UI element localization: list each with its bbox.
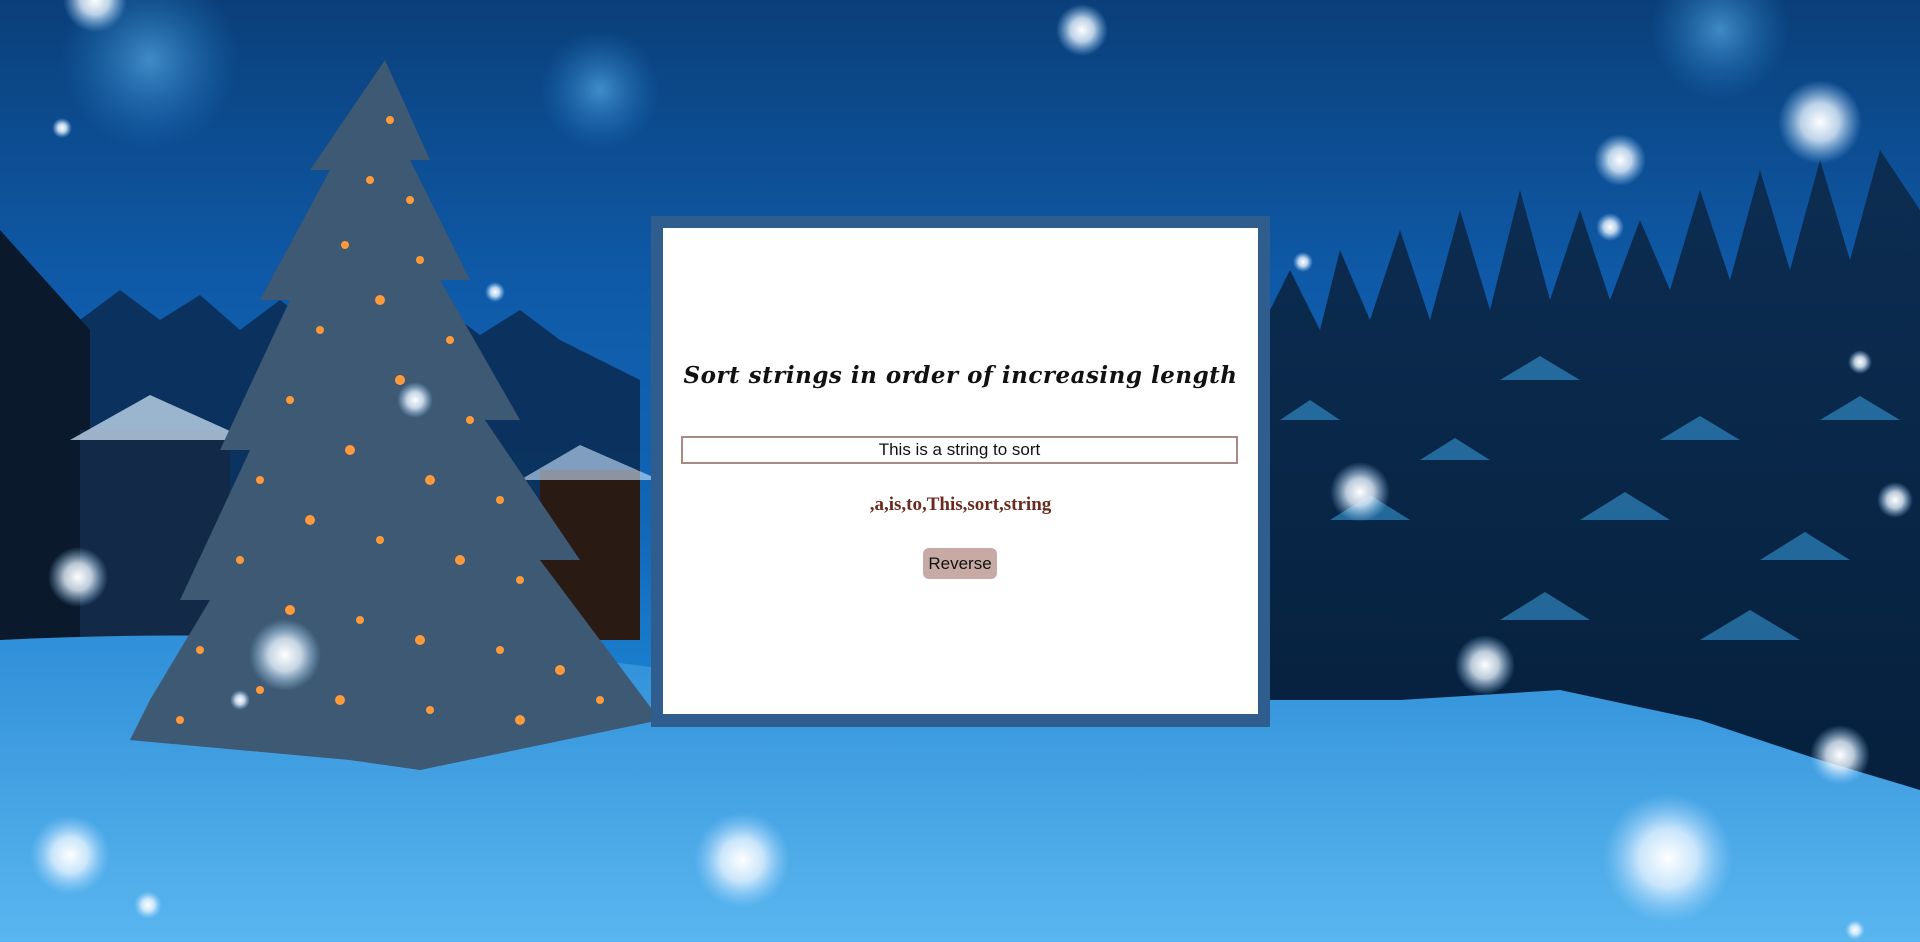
reverse-button[interactable]: Reverse xyxy=(923,548,997,579)
page-title: Sort strings in order of increasing leng… xyxy=(683,362,1238,389)
string-input[interactable] xyxy=(681,436,1238,464)
sort-card: Sort strings in order of increasing leng… xyxy=(663,228,1258,714)
sorted-result-text: ,a,is,to,This,sort,string xyxy=(869,494,1052,515)
